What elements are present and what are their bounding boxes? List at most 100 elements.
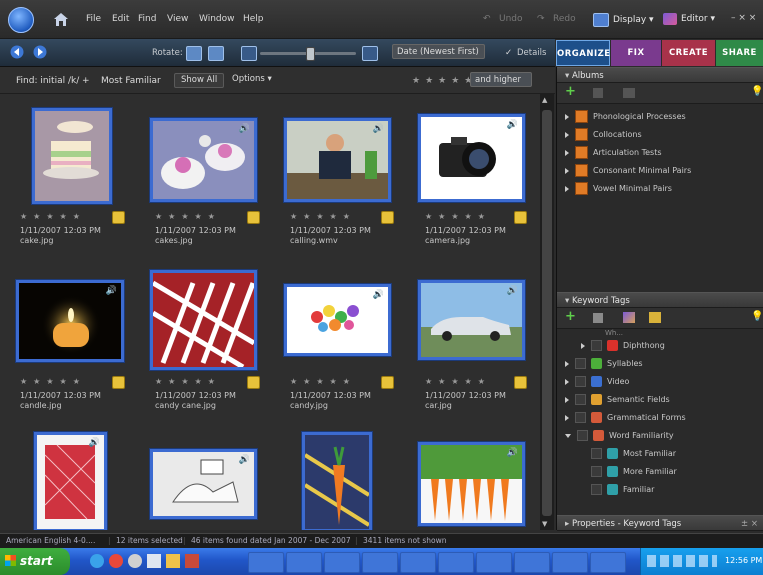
app-logo-icon[interactable] (8, 7, 34, 33)
app-icon[interactable] (185, 554, 199, 568)
photo-thumbnail[interactable] (150, 270, 257, 370)
photo-thumbnail[interactable] (32, 108, 112, 204)
photo-thumbnail[interactable]: 🔊 (16, 280, 124, 362)
rating-stars[interactable]: ★★★★★ (425, 377, 491, 386)
slider-knob[interactable] (306, 47, 315, 61)
menu-help[interactable]: Help (243, 14, 264, 24)
taskbar-window[interactable] (476, 552, 512, 573)
scroll-down-icon[interactable]: ▼ (542, 520, 547, 528)
album-item[interactable]: Vowel Minimal Pairs (565, 180, 763, 198)
add-criteria-button[interactable]: + (82, 76, 90, 86)
photo-thumbnail[interactable]: 🔊 (284, 118, 391, 202)
add-keyword-icon[interactable]: + (565, 309, 576, 324)
start-button[interactable]: start (0, 548, 70, 575)
tab-organize[interactable]: ORGANIZE (556, 40, 610, 66)
rotate-right-icon[interactable] (208, 46, 224, 61)
show-all-button[interactable]: Show All (174, 73, 225, 88)
taskbar-window[interactable] (324, 552, 360, 573)
tip-lightbulb-icon[interactable]: 💡 (751, 86, 763, 97)
taskbar-window[interactable] (248, 552, 284, 573)
expand-icon[interactable] (565, 185, 569, 192)
keyword-tag-item[interactable]: More Familiar (565, 463, 763, 481)
editor-button[interactable]: Editor ▾ (663, 13, 715, 25)
expand-icon[interactable] (565, 414, 569, 421)
rating-stars[interactable]: ★★★★★ (155, 377, 221, 386)
app-icon[interactable] (147, 554, 161, 568)
album-item[interactable]: Consonant Minimal Pairs (565, 162, 763, 180)
app-icon[interactable] (109, 554, 123, 568)
photo-thumbnail[interactable]: 🔊 (150, 449, 257, 519)
expand-icon[interactable] (565, 149, 569, 156)
folder-icon[interactable] (166, 554, 180, 568)
undo-button[interactable]: Undo (499, 14, 523, 24)
expand-icon[interactable] (565, 167, 569, 174)
rating-stars[interactable]: ★★★★★ (412, 76, 477, 86)
redo-icon[interactable]: ↷ (537, 14, 545, 24)
expand-icon[interactable] (565, 378, 569, 385)
taskbar-window[interactable] (400, 552, 436, 573)
expand-icon[interactable] (565, 360, 569, 367)
small-thumbnail-icon[interactable] (241, 46, 257, 61)
app-icon[interactable] (128, 554, 142, 568)
photo-thumbnail[interactable] (302, 432, 372, 530)
expand-icon[interactable] (565, 131, 569, 138)
rating-stars[interactable]: ★★★★★ (290, 377, 356, 386)
photo-thumbnail[interactable]: 🔊 (150, 118, 257, 202)
rating-stars[interactable]: ★★★★★ (20, 212, 86, 221)
keyword-tag-item[interactable]: Syllables (565, 355, 763, 373)
taskbar-window[interactable] (362, 552, 398, 573)
keyword-checkbox[interactable] (591, 466, 602, 477)
menu-view[interactable]: View (167, 14, 188, 24)
keyword-checkbox[interactable] (575, 394, 586, 405)
keyword-checkbox[interactable] (577, 430, 588, 441)
tray-icons[interactable] (647, 555, 717, 567)
display-button[interactable]: Display ▾ (593, 13, 654, 27)
keyword-checkbox[interactable] (591, 340, 602, 351)
expand-icon[interactable] (581, 342, 585, 349)
photo-thumbnail[interactable]: 🔊 (34, 432, 107, 530)
keyword-tags-header[interactable]: ▾ Keyword Tags (557, 292, 763, 308)
ie-icon[interactable] (90, 554, 104, 568)
keyword-tag-icon[interactable] (649, 312, 661, 323)
keyword-tag-item[interactable]: Most Familiar (565, 445, 763, 463)
rating-stars[interactable]: ★★★★★ (20, 377, 86, 386)
keyword-tag-item[interactable]: Diphthong (565, 337, 763, 355)
delete-keyword-icon[interactable] (593, 313, 603, 323)
menu-file[interactable]: File (86, 14, 101, 24)
rating-stars[interactable]: ★★★★★ (290, 212, 356, 221)
taskbar-window[interactable] (286, 552, 322, 573)
keyword-checkbox[interactable] (575, 376, 586, 387)
forward-arrow-icon[interactable] (33, 45, 47, 59)
scroll-up-icon[interactable]: ▲ (542, 96, 547, 104)
add-album-icon[interactable]: + (565, 84, 576, 99)
keyword-tag-item[interactable]: Word Familiarity (565, 427, 763, 445)
album-item[interactable]: Collocations (565, 126, 763, 144)
edit-keyword-icon[interactable] (623, 312, 635, 323)
photo-thumbnail[interactable]: 🔊 (418, 280, 525, 360)
back-arrow-icon[interactable] (10, 45, 24, 59)
taskbar-window[interactable] (590, 552, 626, 573)
photo-thumbnail[interactable]: 🔊 (284, 284, 391, 356)
menu-edit[interactable]: Edit (112, 14, 129, 24)
rating-filter-dropdown[interactable]: and higher (470, 72, 532, 87)
tab-create[interactable]: CREATE (662, 40, 715, 66)
albums-header[interactable]: ▾ Albums (557, 67, 763, 83)
keyword-checkbox[interactable] (575, 412, 586, 423)
edit-album-icon[interactable] (623, 88, 635, 98)
keyword-checkbox[interactable] (591, 484, 602, 495)
taskbar-window[interactable] (552, 552, 588, 573)
window-controls[interactable]: – × × (731, 13, 756, 23)
taskbar-window[interactable] (514, 552, 550, 573)
expand-icon[interactable] (565, 113, 569, 120)
details-checkbox[interactable]: ✓ (505, 48, 512, 58)
tab-fix[interactable]: FIX (611, 40, 661, 66)
options-button[interactable]: Options ▾ (226, 73, 278, 88)
undo-icon[interactable]: ↶ (483, 14, 491, 24)
delete-album-icon[interactable] (593, 88, 603, 98)
rating-stars[interactable]: ★★★★★ (425, 212, 491, 221)
large-thumbnail-icon[interactable] (362, 46, 378, 61)
taskbar-window[interactable] (438, 552, 474, 573)
panel-controls[interactable]: ± × (741, 516, 758, 532)
home-icon[interactable] (52, 10, 70, 28)
keyword-tag-item[interactable]: Semantic Fields (565, 391, 763, 409)
